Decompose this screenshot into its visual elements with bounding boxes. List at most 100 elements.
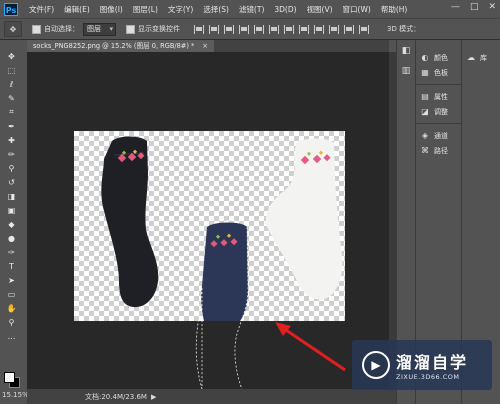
blur-icon[interactable]: ◆ [4, 218, 19, 230]
adjustments-icon: ◪ [421, 107, 429, 116]
hand-icon[interactable]: ✋ [4, 302, 19, 314]
status-menu-arrow-icon[interactable]: ▶ [151, 393, 156, 401]
auto-select-dropdown[interactable]: 图层 [83, 22, 116, 36]
zoom-icon[interactable]: ⚲ [4, 316, 19, 328]
window-controls: — □ ✕ [451, 2, 496, 12]
red-arrow [275, 322, 346, 372]
photoshop-logo[interactable]: Ps [4, 2, 18, 16]
vertical-scrollbar[interactable] [389, 52, 396, 389]
zoom-level[interactable]: 15.15% [2, 391, 29, 399]
toolbox: ✥ ⬚ ℓ ✎ ⌗ ✒ ✚ ✏ ⚲ ↺ ◨ ▣ ◆ ● ✑ T ➤ ▭ ✋ ⚲ … [4, 50, 19, 390]
watermark: ▶ 溜溜自学 ZIXUE.3D66.COM [352, 340, 492, 390]
menu-bar: Ps 文件(F) 编辑(E) 图像(I) 图层(L) 文字(Y) 选择(S) 滤… [0, 0, 500, 18]
panel-channels[interactable]: ◈ 通道 [416, 128, 461, 143]
quick-select-icon[interactable]: ✎ [4, 92, 19, 104]
panel-library-label: 库 [480, 53, 487, 62]
tab-close-icon[interactable]: × [202, 42, 208, 50]
menu-file[interactable]: 文件(F) [24, 4, 59, 15]
type-icon[interactable]: T [4, 260, 19, 272]
panel-color[interactable]: ◐ 颜色 [416, 50, 461, 65]
panel-properties[interactable]: ▤ 属性 [416, 89, 461, 104]
distribute-vcenter-icon[interactable] [299, 24, 309, 34]
history-brush-icon[interactable]: ↺ [4, 176, 19, 188]
pen-icon[interactable]: ✑ [4, 246, 19, 258]
align-vcenter-icon[interactable] [209, 24, 219, 34]
watermark-title: 溜溜自学 [396, 353, 469, 372]
minimize-button[interactable]: — [451, 2, 460, 12]
panel-adjustments-label: 调整 [434, 107, 448, 116]
more-icon[interactable]: … [4, 330, 19, 342]
menu-filter[interactable]: 滤镜(T) [234, 4, 269, 15]
panel-properties-label: 属性 [434, 92, 448, 101]
panel-divider [416, 119, 461, 124]
character-panel-icon[interactable]: ▥ [399, 66, 413, 80]
move-icon[interactable]: ✥ [4, 50, 19, 62]
panel-paths[interactable]: ⌘ 路径 [416, 143, 461, 158]
eyedropper-icon[interactable]: ✒ [4, 120, 19, 132]
menu-3d[interactable]: 3D(D) [269, 5, 301, 14]
menu-type[interactable]: 文字(Y) [163, 4, 198, 15]
menu-view[interactable]: 视图(V) [302, 4, 338, 15]
document-tab-bar: socks_PNG8252.png @ 15.2% (图层 0, RGB/8#)… [27, 40, 389, 52]
panel-swatches[interactable]: ▦ 色板 [416, 65, 461, 80]
document-tab[interactable]: socks_PNG8252.png @ 15.2% (图层 0, RGB/8#)… [27, 40, 214, 52]
document-tab-title: socks_PNG8252.png @ 15.2% (图层 0, RGB/8#)… [33, 42, 195, 50]
color-icon: ◐ [421, 53, 429, 62]
brush-icon[interactable]: ✏ [4, 148, 19, 160]
close-button[interactable]: ✕ [488, 2, 496, 12]
move-tool-preset-icon[interactable]: ✥ [4, 21, 22, 37]
foreground-color-swatch[interactable] [4, 372, 15, 383]
distribute-top-icon[interactable] [284, 24, 294, 34]
panel-library[interactable]: ☁ 库 [462, 50, 500, 65]
menu-image[interactable]: 图像(I) [95, 4, 128, 15]
swatches-icon: ▦ [421, 68, 429, 77]
healing-icon[interactable]: ✚ [4, 134, 19, 146]
library-icon: ☁ [467, 53, 475, 62]
auto-select-checkbox[interactable] [32, 24, 41, 34]
menu-window[interactable]: 窗口(W) [338, 4, 376, 15]
status-bar: 文档:20.4M/23.6M ▶ [27, 389, 396, 404]
distribute-left-icon[interactable] [329, 24, 339, 34]
menu-layer[interactable]: 图层(L) [128, 4, 163, 15]
marquee-icon[interactable]: ⬚ [4, 64, 19, 76]
document-size-info: 文档:20.4M/23.6M [85, 392, 147, 401]
panel-paths-label: 路径 [434, 146, 448, 155]
rectangle-icon[interactable]: ▭ [4, 288, 19, 300]
align-buttons [194, 24, 369, 34]
canvas-area[interactable] [27, 52, 389, 389]
distribute-hcenter-icon[interactable] [344, 24, 354, 34]
menu-edit[interactable]: 编辑(E) [59, 4, 95, 15]
channels-icon: ◈ [421, 131, 429, 140]
distribute-bottom-icon[interactable] [314, 24, 324, 34]
lasso-icon[interactable]: ℓ [4, 78, 19, 90]
gradient-icon[interactable]: ▣ [4, 204, 19, 216]
panel-adjustments[interactable]: ◪ 调整 [416, 104, 461, 119]
show-transform-label: 显示变换控件 [138, 25, 180, 33]
eraser-icon[interactable]: ◨ [4, 190, 19, 202]
show-transform-checkbox[interactable] [126, 24, 135, 34]
properties-icon: ▤ [421, 92, 429, 101]
align-left-icon[interactable] [239, 24, 249, 34]
auto-select-label: 自动选择： [44, 25, 79, 33]
maximize-button[interactable]: □ [470, 2, 479, 12]
path-select-icon[interactable]: ➤ [4, 274, 19, 286]
align-bottom-icon[interactable] [224, 24, 234, 34]
align-top-icon[interactable] [194, 24, 204, 34]
menu-help[interactable]: 帮助(H) [376, 4, 413, 15]
panel-color-label: 颜色 [434, 53, 448, 62]
panel-divider [416, 80, 461, 85]
paths-icon: ⌘ [421, 146, 429, 155]
panel-channels-label: 通道 [434, 131, 448, 140]
options-bar: ✥ 自动选择： 图层 显示变换控件 3D 模式： [0, 18, 500, 40]
distribute-right-icon[interactable] [359, 24, 369, 34]
crop-icon[interactable]: ⌗ [4, 106, 19, 118]
history-panel-icon[interactable]: ◧ [399, 46, 413, 60]
stamp-icon[interactable]: ⚲ [4, 162, 19, 174]
watermark-subtitle: ZIXUE.3D66.COM [396, 373, 460, 381]
align-right-icon[interactable] [269, 24, 279, 34]
menu-select[interactable]: 选择(S) [198, 4, 234, 15]
watermark-play-icon: ▶ [362, 351, 390, 379]
align-hcenter-icon[interactable] [254, 24, 264, 34]
dodge-icon[interactable]: ● [4, 232, 19, 244]
3d-mode-label: 3D 模式： [387, 25, 421, 33]
